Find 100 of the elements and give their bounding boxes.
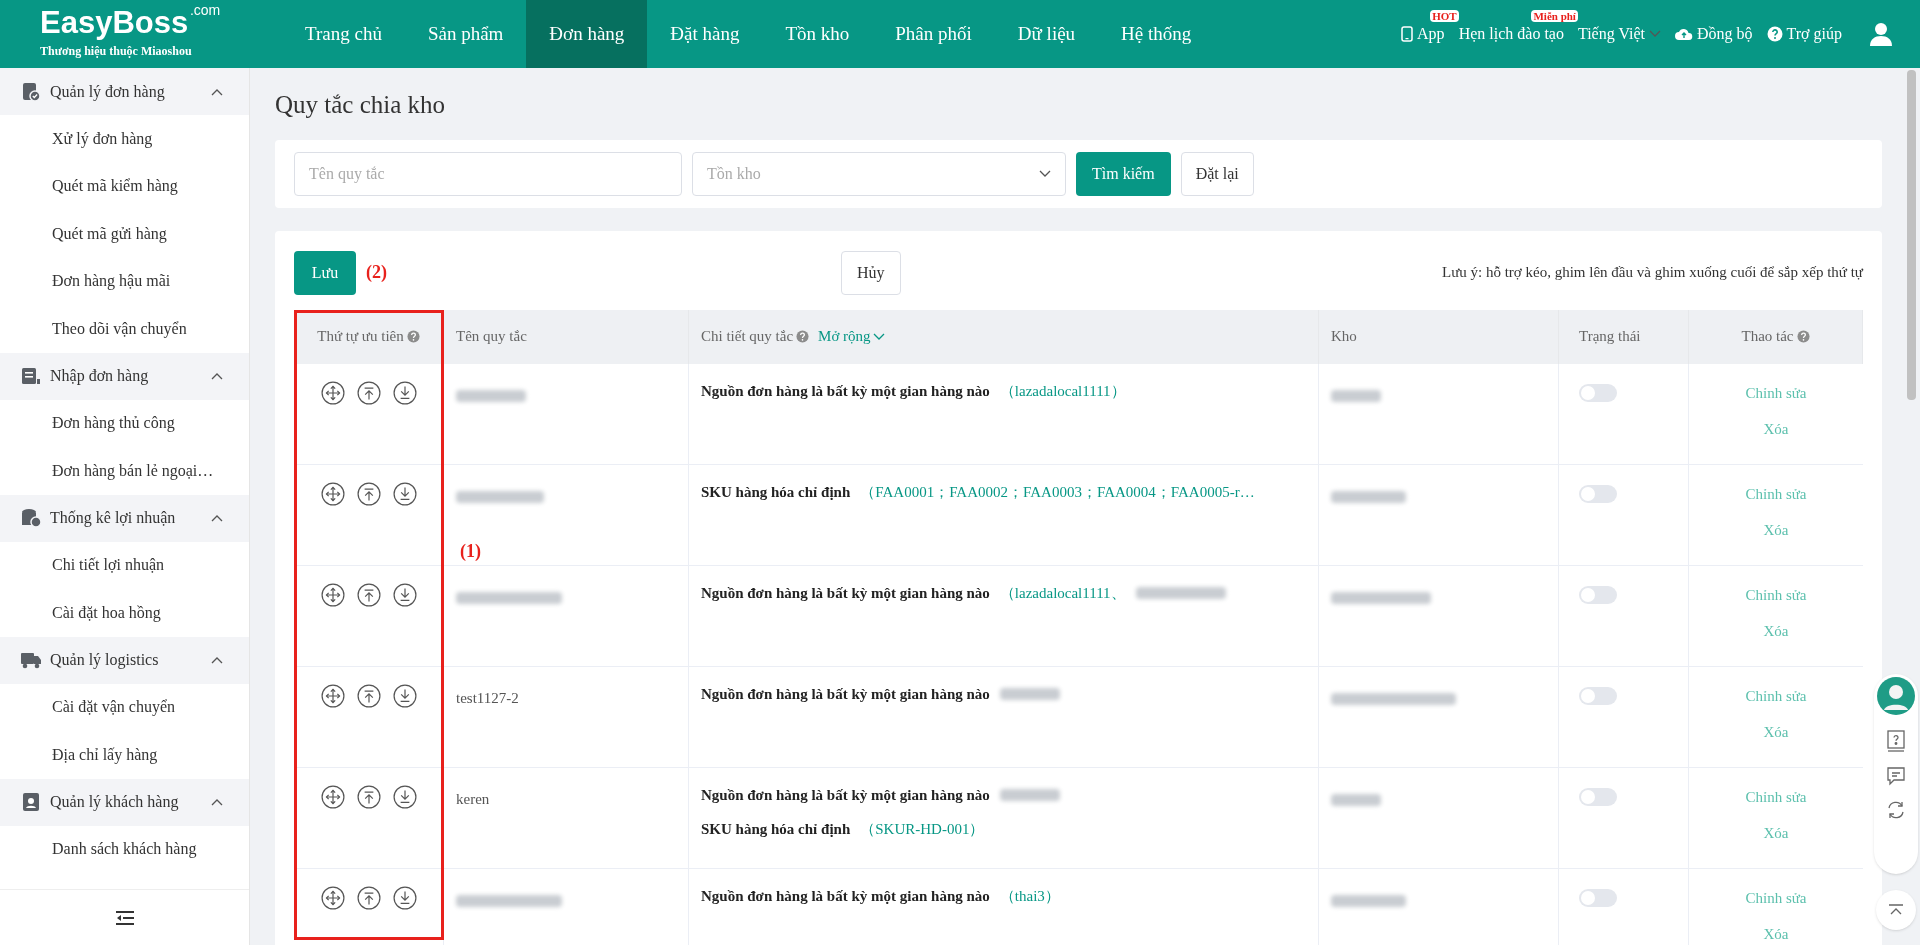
status-toggle[interactable]	[1579, 787, 1617, 806]
action-link[interactable]: Chỉnh sửa	[1745, 583, 1807, 606]
menu-group[interactable]: Quản lý logistics	[0, 636, 249, 684]
action-link[interactable]: Xóa	[1763, 721, 1789, 744]
action-link[interactable]: Chỉnh sửa	[1745, 684, 1807, 707]
drag-handle-icon[interactable]	[320, 683, 345, 708]
action-link[interactable]: Xóa	[1763, 620, 1789, 643]
menu-item[interactable]: Quét mã kiểm hàng	[0, 162, 249, 210]
rule-name-field[interactable]: Tên quy tắc	[294, 151, 682, 196]
pin-top-icon[interactable]	[356, 683, 381, 708]
condition-value: （thai3）	[999, 886, 1060, 906]
header-link[interactable]: Đồng bộ	[1697, 22, 1753, 46]
header-link[interactable]: Trợ giúp	[1786, 22, 1842, 46]
column-header: Thứ tự ưu tiên	[317, 327, 404, 347]
search-button[interactable]: Tìm kiếm	[1076, 151, 1171, 196]
pin-bottom-icon[interactable]	[392, 885, 417, 910]
menu-group[interactable]: Nhập đơn hàng	[0, 352, 249, 400]
nav-tab[interactable]: Trang chủ	[282, 0, 405, 68]
cancel-button[interactable]: Hủy	[841, 250, 901, 295]
menu-item[interactable]: Theo dõi vận chuyển	[0, 305, 249, 353]
status-toggle[interactable]	[1579, 888, 1617, 907]
menu-item[interactable]: Quét mã gửi hàng	[0, 210, 249, 258]
pin-bottom-icon[interactable]	[392, 582, 417, 607]
caret-icon	[1039, 169, 1051, 178]
menu-item[interactable]: Cài đặt vận chuyển	[0, 683, 249, 731]
pin-top-icon[interactable]	[356, 784, 381, 809]
pin-bottom-icon[interactable]	[392, 784, 417, 809]
drag-handle-icon[interactable]	[320, 380, 345, 405]
reset-button[interactable]: Đặt lại	[1180, 151, 1254, 196]
status-toggle[interactable]	[1579, 484, 1617, 503]
blurred-text	[1331, 794, 1381, 807]
blurred-text	[999, 788, 1060, 801]
warehouse-select[interactable]: Tồn kho	[692, 151, 1066, 196]
menu-item[interactable]: Đơn hàng thủ công	[0, 399, 249, 447]
drag-handle-icon[interactable]	[320, 582, 345, 607]
drag-handle-icon[interactable]	[320, 481, 345, 506]
menu-group-icon	[20, 507, 42, 529]
expand-link[interactable]: Mở rộng	[818, 325, 885, 348]
action-link[interactable]: Xóa	[1763, 519, 1789, 542]
user-icon[interactable]	[1868, 21, 1894, 47]
drag-handle-icon[interactable]	[320, 885, 345, 910]
avatar[interactable]	[1876, 676, 1916, 716]
status-toggle[interactable]	[1579, 686, 1617, 705]
logo-suffix: .com	[189, 1, 221, 20]
menu-item[interactable]: Chi tiết lợi nhuận	[0, 541, 249, 589]
pin-bottom-icon[interactable]	[392, 380, 417, 405]
menu-group[interactable]: Quản lý đơn hàng	[0, 68, 249, 115]
menu-item[interactable]: Đơn hàng hậu mãi	[0, 257, 249, 305]
back-to-top-button[interactable]	[1876, 890, 1916, 930]
badge-label: Miễn phí	[1531, 10, 1578, 22]
help-book-icon[interactable]	[1886, 730, 1906, 752]
chat-icon[interactable]	[1886, 766, 1906, 786]
drag-handle-icon[interactable]	[320, 784, 345, 809]
help-icon	[1766, 26, 1783, 42]
nav-tab[interactable]: Đặt hàng	[647, 0, 763, 68]
action-link[interactable]: Xóa	[1763, 923, 1789, 945]
condition-label: Nguồn đơn hàng là bất kỳ một gian hàng nào	[701, 886, 990, 906]
logo[interactable]: EasyBoss	[40, 5, 189, 40]
menu-item[interactable]: Cài đặt hoa hồng	[0, 589, 249, 637]
action-link[interactable]: Chỉnh sửa	[1745, 381, 1807, 404]
nav-tab[interactable]: Tồn kho	[762, 0, 873, 68]
condition-value: （SKUR-HD-001）	[860, 820, 985, 839]
nav-tab[interactable]: Sản phẩm	[404, 0, 527, 68]
nav-tab[interactable]: Dữ liệu	[994, 0, 1099, 68]
condition-label: Nguồn đơn hàng là bất kỳ một gian hàng nào	[701, 785, 990, 805]
menu-group-label: Quản lý logistics	[50, 650, 160, 671]
action-link[interactable]: Chỉnh sửa	[1745, 886, 1807, 909]
help-icon	[1796, 330, 1810, 343]
menu-item[interactable]: Xử lý đơn hàng	[0, 115, 249, 163]
pin-top-icon[interactable]	[356, 582, 381, 607]
status-toggle[interactable]	[1579, 585, 1617, 604]
action-link[interactable]: Chỉnh sửa	[1745, 785, 1807, 808]
nav-tab[interactable]: Phân phối	[872, 0, 995, 68]
pin-top-icon[interactable]	[356, 380, 381, 405]
tagline: Thương hiệu thuộc Miaoshou	[40, 43, 193, 60]
save-button[interactable]: Lưu	[294, 250, 356, 295]
collapse-menu-icon[interactable]	[114, 909, 135, 926]
pin-bottom-icon[interactable]	[392, 481, 417, 506]
help-icon	[796, 330, 810, 343]
menu-item[interactable]: Đơn hàng bán lẻ ngoại…	[0, 447, 249, 495]
menu-item[interactable]: Địa chỉ lấy hàng	[0, 731, 249, 779]
action-link[interactable]: Xóa	[1763, 822, 1789, 845]
header-link[interactable]: Tiếng Việt	[1577, 22, 1645, 46]
pin-bottom-icon[interactable]	[392, 683, 417, 708]
column-header: Thao tác	[1741, 327, 1794, 347]
menu-item[interactable]: Danh sách khách hàng	[0, 825, 249, 873]
back-to-top-icon	[1888, 904, 1904, 916]
refresh-icon[interactable]	[1886, 800, 1906, 820]
menu-group[interactable]: Quản lý khách hàng	[0, 778, 249, 826]
action-link[interactable]: Chỉnh sửa	[1745, 482, 1807, 505]
pin-top-icon[interactable]	[356, 481, 381, 506]
nav-tab[interactable]: Hệ thống	[1098, 0, 1215, 68]
action-link[interactable]: Xóa	[1763, 418, 1789, 441]
menu-group[interactable]: Thống kê lợi nhuận	[0, 494, 249, 542]
header-link[interactable]: Hẹn lịch đào tạo	[1458, 22, 1564, 46]
header-link[interactable]: App	[1417, 22, 1445, 46]
status-toggle[interactable]	[1579, 383, 1617, 402]
nav-tab[interactable]: Đơn hàng	[526, 0, 648, 68]
annotation-label: (2)	[366, 261, 387, 284]
pin-top-icon[interactable]	[356, 885, 381, 910]
